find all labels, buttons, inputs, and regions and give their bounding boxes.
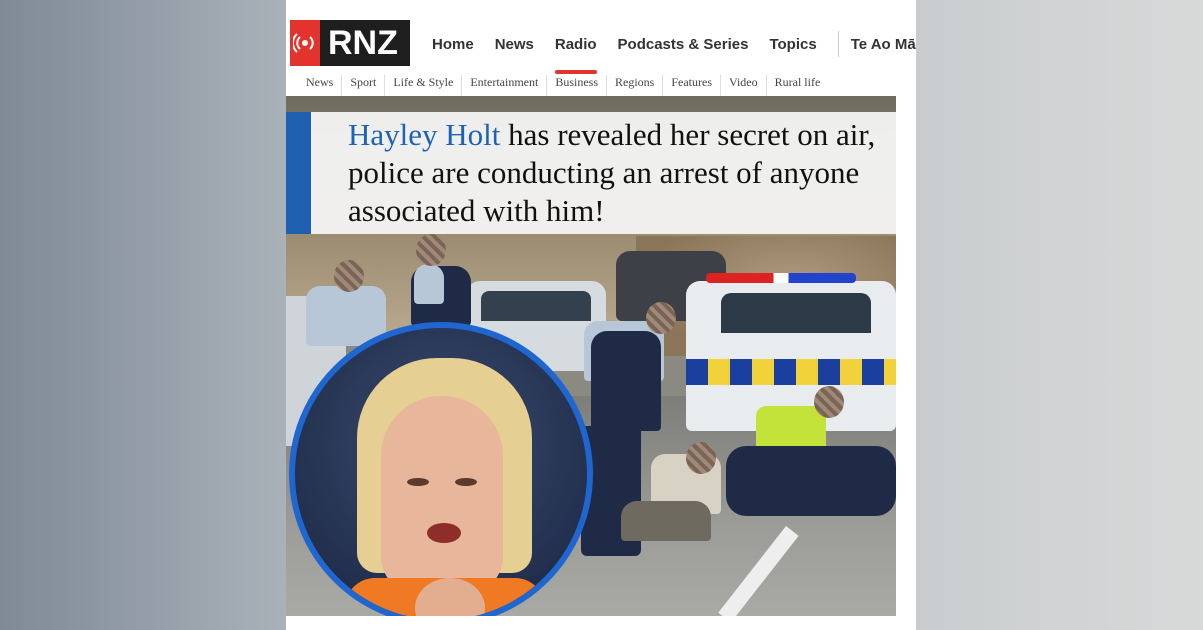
subnav-regions[interactable]: Regions bbox=[606, 75, 662, 96]
radio-waves-icon bbox=[290, 20, 320, 66]
subnav-news[interactable]: News bbox=[298, 75, 341, 96]
subnav-sport[interactable]: Sport bbox=[341, 75, 384, 96]
nav-te-ao-maori[interactable]: Te Ao Māori bbox=[851, 36, 916, 53]
headline-name: Hayley Holt bbox=[348, 117, 501, 152]
subnav-life-style[interactable]: Life & Style bbox=[384, 75, 461, 96]
nav-radio[interactable]: Radio bbox=[554, 36, 597, 74]
nav-podcasts-series[interactable]: Podcasts & Series bbox=[618, 36, 749, 53]
officer-kneeling bbox=[726, 446, 896, 516]
blurred-face bbox=[646, 302, 676, 334]
logo-text: RNZ bbox=[328, 24, 398, 62]
officer-vest bbox=[591, 331, 661, 431]
subnav-business[interactable]: Business bbox=[546, 75, 606, 96]
face bbox=[387, 418, 497, 568]
blurred-face bbox=[334, 260, 364, 292]
nav-divider bbox=[837, 31, 839, 57]
blurred-face bbox=[686, 442, 716, 474]
article-photo[interactable]: Hayley Holt has revealed her secret on a… bbox=[286, 96, 896, 616]
checker-stripe bbox=[686, 359, 896, 385]
nav-news[interactable]: News bbox=[495, 36, 534, 53]
subnav-entertainment[interactable]: Entertainment bbox=[461, 75, 546, 96]
main-nav: Home News Radio Podcasts & Series Topics… bbox=[432, 31, 916, 74]
portrait-inset bbox=[289, 322, 593, 616]
subnav-rural-life[interactable]: Rural life bbox=[765, 75, 829, 96]
officer-shirt bbox=[414, 264, 444, 304]
mouth bbox=[427, 523, 461, 543]
nav-home[interactable]: Home bbox=[432, 36, 474, 53]
headline-box[interactable]: Hayley Holt has revealed her secret on a… bbox=[286, 112, 896, 234]
sub-nav: News Sport Life & Style Entertainment Bu… bbox=[298, 72, 896, 97]
subnav-video[interactable]: Video bbox=[720, 75, 766, 96]
light-bar bbox=[706, 273, 856, 283]
headline-accent-bar bbox=[286, 112, 311, 234]
article-page: RNZ Home News Radio Podcasts & Series To… bbox=[286, 0, 916, 630]
subnav-features[interactable]: Features bbox=[662, 75, 720, 96]
nav-topics[interactable]: Topics bbox=[769, 36, 816, 53]
blurred-face bbox=[416, 234, 446, 266]
headline: Hayley Holt has revealed her secret on a… bbox=[348, 116, 893, 230]
rnz-logo[interactable]: RNZ bbox=[290, 20, 410, 66]
blurred-face bbox=[814, 386, 844, 418]
person-legs bbox=[621, 501, 711, 541]
